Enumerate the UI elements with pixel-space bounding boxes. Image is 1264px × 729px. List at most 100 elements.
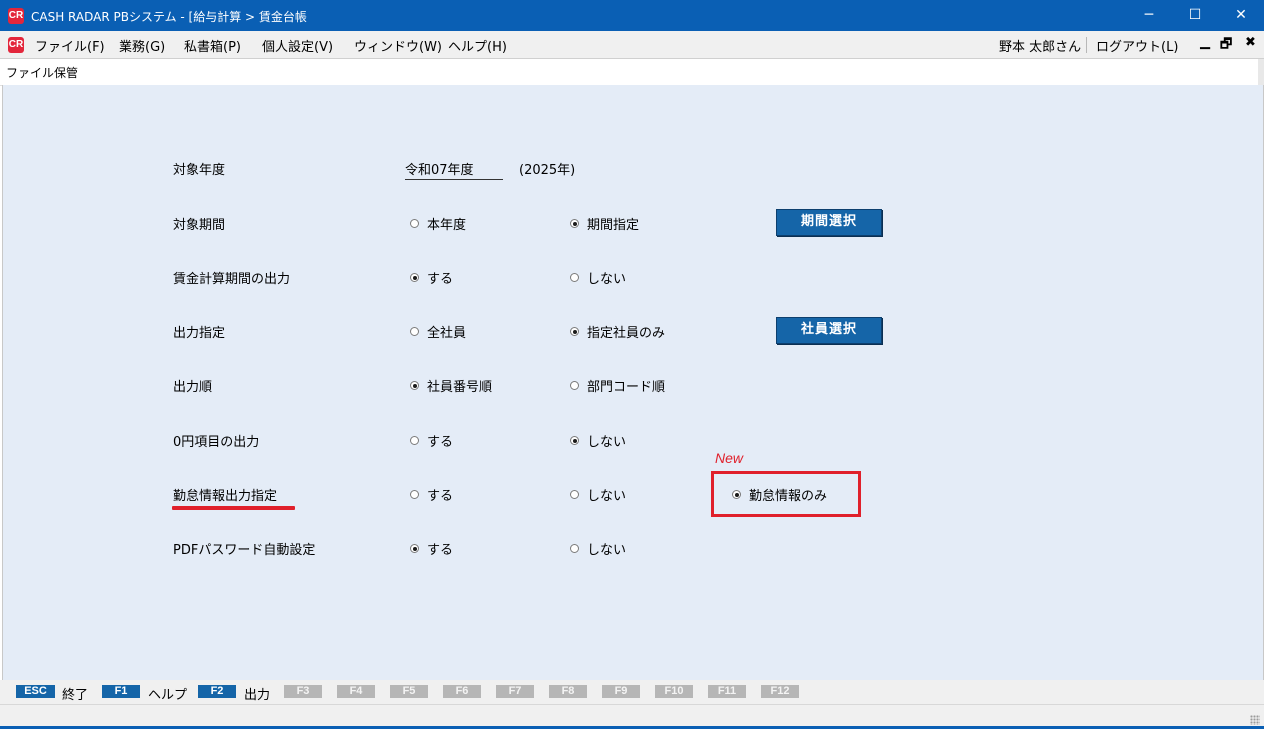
radio-attendance-no[interactable]: しない xyxy=(570,485,626,504)
radio-label: 勤怠情報のみ xyxy=(749,489,828,504)
minimize-button[interactable]: ─ xyxy=(1126,0,1172,31)
fkey-f1-label: ヘルプ xyxy=(148,688,188,703)
radio-dot xyxy=(570,381,579,390)
menu-file[interactable]: ファイル(F) xyxy=(35,36,105,55)
app-menu-icon[interactable]: CR xyxy=(8,37,24,53)
radio-period-this-year[interactable]: 本年度 xyxy=(410,214,466,233)
mdi-restore-icon[interactable]: 🗗 xyxy=(1220,35,1232,57)
radio-dot xyxy=(410,436,419,445)
zero-items-label: 0円項目の出力 xyxy=(173,435,260,450)
fkey-f2[interactable]: F2 xyxy=(198,685,236,698)
radio-dot xyxy=(410,327,419,336)
fkey-f12: F12 xyxy=(761,685,799,698)
fkey-f5: F5 xyxy=(390,685,428,698)
radio-label: しない xyxy=(587,543,627,558)
radio-label: 期間指定 xyxy=(587,218,640,233)
menu-bar: CR ファイル(F) 業務(G) 私書箱(P) 個人設定(V) ウィンドウ(W)… xyxy=(0,31,1264,59)
radio-attendance-only[interactable]: 勤怠情報のみ xyxy=(732,485,827,504)
employee-select-button[interactable]: 社員選択 xyxy=(776,317,882,344)
fkey-f4: F4 xyxy=(337,685,375,698)
menu-mailbox[interactable]: 私書箱(P) xyxy=(184,36,241,55)
radio-specified-employees[interactable]: 指定社員のみ xyxy=(570,322,665,341)
fkey-f6: F6 xyxy=(443,685,481,698)
maximize-button[interactable]: ☐ xyxy=(1172,0,1218,31)
radio-dot xyxy=(410,490,419,499)
radio-dot-selected xyxy=(570,327,579,336)
calc-period-output-label: 賃金計算期間の出力 xyxy=(173,272,291,287)
scroll-strip xyxy=(1258,59,1264,85)
radio-label: 社員番号順 xyxy=(427,380,493,395)
radio-label: する xyxy=(427,543,454,558)
fkey-f2-label: 出力 xyxy=(244,688,271,703)
new-badge: New xyxy=(715,450,744,466)
radio-label: する xyxy=(427,435,454,450)
period-select-button[interactable]: 期間選択 xyxy=(776,209,882,236)
radio-all-employees[interactable]: 全社員 xyxy=(410,322,466,341)
radio-calc-period-yes[interactable]: する xyxy=(410,268,453,287)
close-button[interactable]: ✕ xyxy=(1218,0,1264,31)
menu-help[interactable]: ヘルプ(H) xyxy=(448,36,507,55)
fkey-f11: F11 xyxy=(708,685,746,698)
radio-zero-items-no[interactable]: しない xyxy=(570,431,626,450)
window-title: CASH RADAR PBシステム - [給与計算 > 賃金台帳 xyxy=(31,10,307,24)
user-name: 野本 太郎さん xyxy=(999,40,1082,55)
title-bar: CR CASH RADAR PBシステム - [給与計算 > 賃金台帳 ─ ☐ … xyxy=(0,0,1264,31)
fkey-f9: F9 xyxy=(602,685,640,698)
radio-label: しない xyxy=(587,272,627,287)
output-target-label: 出力指定 xyxy=(173,326,226,341)
logout-button[interactable]: ログアウト(L) xyxy=(1096,36,1178,55)
radio-label: 全社員 xyxy=(427,326,467,341)
menu-window[interactable]: ウィンドウ(W) xyxy=(354,36,442,55)
radio-calc-period-no[interactable]: しない xyxy=(570,268,626,287)
radio-label: しない xyxy=(587,435,627,450)
pdf-password-label: PDFパスワード自動設定 xyxy=(173,543,316,558)
radio-dot-selected xyxy=(410,544,419,553)
target-year-label: 対象年度 xyxy=(173,163,226,178)
attendance-output-label: 勤怠情報出力指定 xyxy=(173,489,278,504)
radio-label: 本年度 xyxy=(427,218,467,233)
fkey-f3: F3 xyxy=(284,685,322,698)
radio-label: する xyxy=(427,272,454,287)
mdi-minimize-icon[interactable]: ▁ xyxy=(1200,35,1210,50)
fkey-f1[interactable]: F1 xyxy=(102,685,140,698)
app-logo-icon: CR xyxy=(8,8,24,24)
radio-dot xyxy=(410,219,419,228)
radio-period-specified[interactable]: 期間指定 xyxy=(570,214,639,233)
radio-attendance-yes[interactable]: する xyxy=(410,485,453,504)
radio-dot-selected xyxy=(570,219,579,228)
radio-label: する xyxy=(427,489,454,504)
radio-label: しない xyxy=(587,489,627,504)
fkey-f10: F10 xyxy=(655,685,693,698)
target-year-field[interactable]: 令和07年度 xyxy=(405,159,503,180)
radio-order-employee-number[interactable]: 社員番号順 xyxy=(410,376,492,395)
file-storage-label[interactable]: ファイル保管 xyxy=(6,64,78,81)
status-bar xyxy=(0,704,1264,729)
file-storage-bar: ファイル保管 xyxy=(0,59,1264,86)
resize-grip-icon[interactable] xyxy=(1250,715,1260,725)
mdi-close-icon[interactable]: ✖ xyxy=(1245,35,1256,50)
fkey-esc[interactable]: ESC xyxy=(16,685,55,698)
menu-personal-settings[interactable]: 個人設定(V) xyxy=(262,36,333,55)
fkey-f7: F7 xyxy=(496,685,534,698)
target-period-label: 対象期間 xyxy=(173,218,226,233)
radio-label: 部門コード順 xyxy=(587,380,666,395)
fkey-f8: F8 xyxy=(549,685,587,698)
output-order-label: 出力順 xyxy=(173,380,213,395)
highlight-underline xyxy=(172,506,295,510)
radio-dot xyxy=(570,544,579,553)
radio-dot-selected xyxy=(570,436,579,445)
target-year-western: (2025年) xyxy=(519,163,576,178)
radio-dot xyxy=(570,490,579,499)
radio-dot-selected xyxy=(732,490,741,499)
radio-zero-items-yes[interactable]: する xyxy=(410,431,453,450)
menu-separator xyxy=(1086,37,1087,53)
radio-pdf-password-yes[interactable]: する xyxy=(410,539,453,558)
radio-dot xyxy=(570,273,579,282)
fkey-esc-label: 終了 xyxy=(62,688,89,703)
radio-label: 指定社員のみ xyxy=(587,326,666,341)
radio-pdf-password-no[interactable]: しない xyxy=(570,539,626,558)
radio-dot-selected xyxy=(410,381,419,390)
radio-order-department-code[interactable]: 部門コード順 xyxy=(570,376,665,395)
radio-dot-selected xyxy=(410,273,419,282)
menu-business[interactable]: 業務(G) xyxy=(119,36,165,55)
